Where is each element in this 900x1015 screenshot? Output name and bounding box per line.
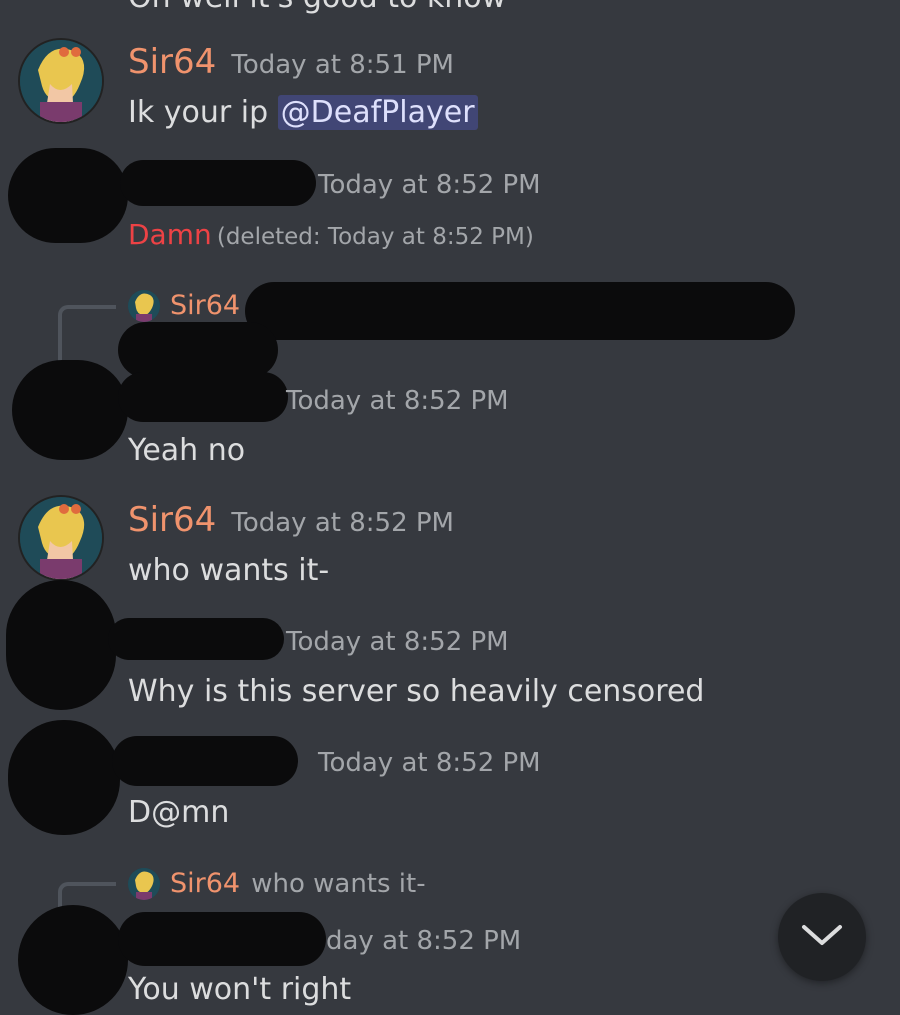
- timestamp: Today at 8:52 PM: [231, 508, 454, 538]
- message-content: Ik your ip @DeafPlayer: [128, 95, 478, 130]
- timestamp: Today at 8:52 PM: [286, 627, 509, 657]
- redaction-blot: [245, 282, 795, 340]
- avatar[interactable]: [18, 38, 104, 124]
- reply-author[interactable]: Sir64: [170, 290, 240, 321]
- reply-preview[interactable]: Sir64 who wants it-: [170, 868, 426, 899]
- message-text: Ik your ip: [128, 95, 278, 130]
- deleted-note: (deleted: Today at 8:52 PM): [216, 224, 534, 250]
- user-mention[interactable]: @DeafPlayer: [277, 95, 478, 130]
- redaction-blot: [8, 148, 128, 243]
- redaction-blot: [8, 720, 120, 835]
- redaction-blot: [18, 905, 128, 1015]
- redaction-blot: [118, 372, 288, 422]
- reply-text: who wants it-: [251, 869, 426, 899]
- message-text: who wants it-: [128, 553, 330, 588]
- redaction-blot: [118, 912, 326, 966]
- timestamp: Today at 8:52 PM: [286, 386, 509, 416]
- deleted-message: Damn (deleted: Today at 8:52 PM): [128, 218, 534, 251]
- timestamp: day at 8:52 PM: [326, 926, 522, 956]
- reply-author[interactable]: Sir64: [170, 868, 240, 899]
- avatar[interactable]: [18, 495, 104, 581]
- message-text: You won't right: [128, 972, 352, 1007]
- username[interactable]: Sir64: [128, 500, 216, 540]
- message-header: Sir64 Today at 8:52 PM: [128, 500, 454, 540]
- redaction-blot: [6, 580, 116, 710]
- username[interactable]: Sir64: [128, 42, 216, 82]
- message-header: Sir64 Today at 8:51 PM: [128, 42, 454, 82]
- redaction-blot: [108, 618, 284, 660]
- redaction-blot: [118, 322, 278, 378]
- message-text: D@mn: [128, 795, 230, 830]
- message-text: Why is this server so heavily censored: [128, 674, 705, 709]
- redaction-blot: [120, 160, 316, 206]
- avatar: [128, 868, 160, 900]
- redaction-blot: [112, 736, 298, 786]
- chevron-down-icon: [800, 921, 844, 953]
- scroll-to-bottom-button[interactable]: [778, 893, 866, 981]
- timestamp: Today at 8:52 PM: [318, 748, 541, 778]
- message-text: Yeah no: [128, 433, 246, 468]
- avatar: [128, 290, 160, 322]
- cutoff-message-text: Oh well it's good to know: [128, 0, 506, 15]
- reply-connector: [58, 305, 116, 364]
- redaction-blot: [12, 360, 128, 460]
- timestamp: Today at 8:51 PM: [231, 50, 454, 80]
- deleted-text: Damn: [128, 218, 212, 251]
- timestamp: Today at 8:52 PM: [318, 170, 541, 200]
